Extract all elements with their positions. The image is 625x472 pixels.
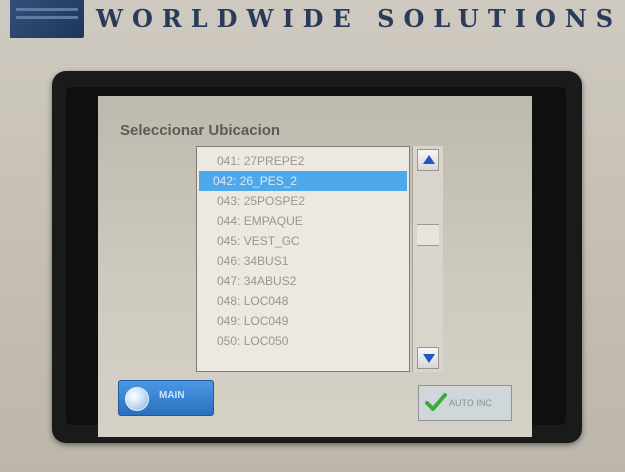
globe-icon bbox=[125, 387, 149, 411]
list-item[interactable]: 048: LOC048 bbox=[203, 291, 403, 311]
main-button[interactable]: MAIN bbox=[118, 380, 214, 416]
touch-screen: Seleccionar Ubicacion 041: 27PREPE2 042:… bbox=[98, 96, 532, 437]
brand-logo bbox=[10, 0, 84, 38]
main-button-label: MAIN bbox=[159, 390, 185, 401]
list-item[interactable]: 046: 34BUS1 bbox=[203, 251, 403, 271]
list-item[interactable]: 044: EMPAQUE bbox=[203, 211, 403, 231]
check-icon bbox=[425, 393, 447, 411]
location-list[interactable]: 041: 27PREPE2 042: 26_PES_2 043: 25POSPE… bbox=[196, 146, 410, 372]
list-item[interactable]: 043: 25POSPE2 bbox=[203, 191, 403, 211]
screen-title: Seleccionar Ubicacion bbox=[120, 122, 281, 139]
auto-inc-button[interactable]: AUTO INC bbox=[418, 385, 512, 421]
brand-name: WORLDWIDE SOLUTIONS bbox=[96, 4, 623, 33]
scroll-thumb[interactable] bbox=[417, 224, 439, 246]
list-item[interactable]: 047: 34ABUS2 bbox=[203, 271, 403, 291]
auto-inc-label: AUTO INC bbox=[449, 398, 492, 408]
list-item[interactable]: 041: 27PREPE2 bbox=[203, 151, 403, 171]
list-item[interactable]: 049: LOC049 bbox=[203, 311, 403, 331]
down-arrow-icon[interactable] bbox=[417, 347, 439, 369]
device-photo: { "device": { "brand": "WORLDWIDE SOLUTI… bbox=[0, 0, 625, 472]
list-scrollbar[interactable] bbox=[412, 146, 443, 372]
list-item[interactable]: 050: LOC050 bbox=[203, 331, 403, 351]
list-item-selected[interactable]: 042: 26_PES_2 bbox=[199, 171, 407, 191]
list-item[interactable]: 045: VEST_GC bbox=[203, 231, 403, 251]
up-arrow-icon[interactable] bbox=[417, 149, 439, 171]
